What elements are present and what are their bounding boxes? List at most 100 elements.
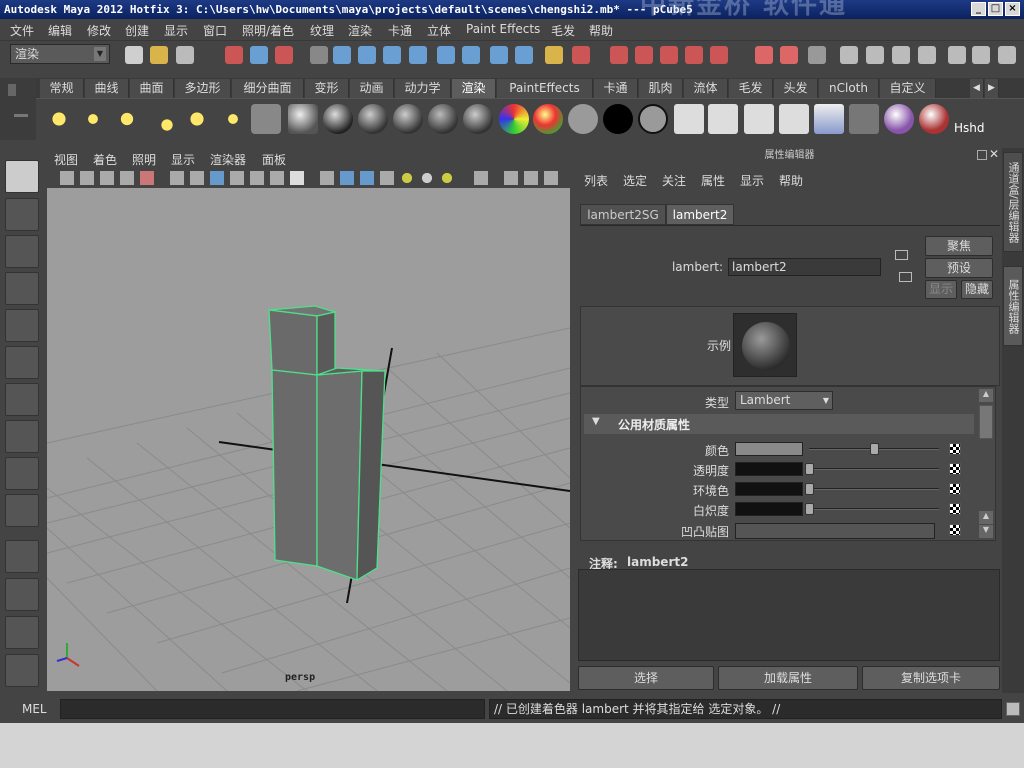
default-light-icon[interactable] [400, 171, 414, 185]
scale-tool-icon[interactable] [5, 346, 39, 379]
vp-menu-show[interactable]: 显示 [171, 151, 195, 168]
grid-icon[interactable] [170, 171, 184, 185]
input-ops-icon[interactable] [755, 46, 773, 64]
shelf-tab-muscle[interactable]: 肌肉 [639, 79, 683, 98]
open-scene-icon[interactable] [150, 46, 168, 64]
command-input[interactable] [60, 699, 485, 719]
hypershade-icon[interactable] [948, 46, 966, 64]
render-settings-shelf-icon[interactable] [779, 104, 809, 134]
select-rendering-icon[interactable] [515, 46, 533, 64]
wireframe-icon[interactable] [320, 171, 334, 185]
lock-selection-icon[interactable] [545, 46, 563, 64]
focus-button[interactable]: 聚焦 [925, 236, 993, 256]
safe-title-icon[interactable] [290, 171, 304, 185]
directional-light-icon[interactable] [78, 104, 108, 134]
ae-menu-show[interactable]: 显示 [740, 172, 764, 189]
xray-components-icon[interactable] [544, 171, 558, 185]
tab-lambert2[interactable]: lambert2 [666, 204, 734, 225]
vp-menu-renderer[interactable]: 渲染器 [210, 151, 246, 168]
color-swatch[interactable] [735, 502, 803, 516]
slider-track[interactable] [809, 508, 939, 510]
last-tool-icon[interactable] [5, 494, 39, 527]
shelf-tab-ncloth[interactable]: nCloth [819, 79, 879, 98]
bump-map-field[interactable] [735, 523, 935, 539]
menu-file[interactable]: 文件 [10, 22, 34, 39]
menu-create[interactable]: 创建 [125, 22, 149, 39]
hypershade-shelf-icon[interactable] [884, 104, 914, 134]
scroll-up-icon[interactable]: ▲ [979, 389, 993, 402]
camera-attributes-icon[interactable] [80, 171, 94, 185]
maximize-button[interactable]: □ [988, 2, 1003, 16]
menu-fur[interactable]: 毛发 [551, 22, 575, 39]
menu-paint-effects[interactable]: Paint Effects [466, 22, 540, 36]
shelf-tab-polygons[interactable]: 多边形 [175, 79, 231, 98]
camera-icon[interactable] [251, 104, 281, 134]
save-scene-icon[interactable] [176, 46, 194, 64]
slider-thumb[interactable] [870, 443, 879, 455]
color-swatch[interactable] [735, 462, 803, 476]
snap-view-plane-icon[interactable] [685, 46, 703, 64]
select-surfaces-icon[interactable] [437, 46, 455, 64]
shelf-tab-custom[interactable]: 自定义 [880, 79, 936, 98]
script-editor-icon[interactable] [1006, 702, 1020, 716]
film-gate-icon[interactable] [190, 171, 204, 185]
shelf-tab-deformation[interactable]: 变形 [305, 79, 349, 98]
wireframe-on-shaded-icon[interactable] [360, 171, 374, 185]
phong-e-icon[interactable] [428, 104, 458, 134]
ae-menu-selected[interactable]: 选定 [623, 172, 647, 189]
close-button[interactable]: × [1005, 2, 1020, 16]
render-current-frame-icon[interactable] [866, 46, 884, 64]
image-plane-icon[interactable] [120, 171, 134, 185]
shelf-tab-fluids[interactable]: 流体 [684, 79, 728, 98]
layered-shader-icon[interactable] [499, 104, 529, 134]
material-swatch[interactable] [733, 313, 797, 377]
map-button-checker-icon[interactable] [949, 443, 961, 455]
ramp-shader-icon[interactable] [533, 104, 563, 134]
slider-track[interactable] [809, 468, 939, 470]
select-object-icon[interactable] [250, 46, 268, 64]
make-live-icon[interactable] [710, 46, 728, 64]
lambert-icon[interactable] [358, 104, 388, 134]
shelf-tab-general[interactable]: 常规 [40, 79, 84, 98]
map-button-checker-icon[interactable] [949, 463, 961, 475]
select-camera-icon[interactable] [60, 171, 74, 185]
hide-button[interactable]: 隐藏 [961, 280, 993, 299]
two-d-pan-zoom-icon[interactable] [140, 171, 154, 185]
ae-menu-attributes[interactable]: 属性 [701, 172, 725, 189]
render-layers-icon[interactable] [814, 104, 844, 134]
shelf-tab-hair[interactable]: 头发 [774, 79, 818, 98]
map-button-checker-icon[interactable] [949, 483, 961, 495]
shelf-tab-subdivs[interactable]: 细分曲面 [232, 79, 304, 98]
select-tool-icon[interactable] [5, 160, 39, 193]
tab-channel-box[interactable]: 通道盒/层编辑器 [1003, 152, 1023, 252]
lasso-bottom-icon[interactable] [5, 654, 39, 687]
selected-cube-mesh[interactable] [268, 305, 386, 582]
paint-icon[interactable] [919, 104, 949, 134]
minimize-button[interactable]: _ [971, 2, 986, 16]
input-connection-icon[interactable] [895, 250, 908, 260]
highlight-selection-icon[interactable] [572, 46, 590, 64]
point-light-icon[interactable] [112, 104, 142, 134]
select-button[interactable]: 选择 [578, 666, 714, 690]
menu-stereo[interactable]: 立体 [427, 22, 451, 39]
ae-menu-focus[interactable]: 关注 [662, 172, 686, 189]
notes-textarea[interactable] [578, 569, 1000, 661]
shelf-tab-rendering[interactable]: 渲染 [452, 79, 496, 98]
textured-icon[interactable] [380, 171, 394, 185]
select-component-icon[interactable] [275, 46, 293, 64]
select-handles-icon[interactable] [358, 46, 376, 64]
presets-button[interactable]: 预设 [925, 258, 993, 278]
menu-lighting-shading[interactable]: 照明/着色 [242, 22, 294, 39]
menu-window[interactable]: 窗口 [203, 22, 227, 39]
menu-texturing[interactable]: 纹理 [310, 22, 334, 39]
vp-menu-panels[interactable]: 面板 [262, 151, 286, 168]
history-icon[interactable] [808, 46, 826, 64]
shelf-tab-toon[interactable]: 卡通 [594, 79, 638, 98]
manipulator-tool-icon[interactable] [5, 383, 39, 416]
slider-track[interactable] [809, 488, 939, 490]
snap-point-icon[interactable] [660, 46, 678, 64]
ae-menu-list[interactable]: 列表 [584, 172, 608, 189]
safe-action-icon[interactable] [270, 171, 284, 185]
hshd-label[interactable]: Hshd [954, 121, 985, 135]
select-all-icon[interactable] [333, 46, 351, 64]
